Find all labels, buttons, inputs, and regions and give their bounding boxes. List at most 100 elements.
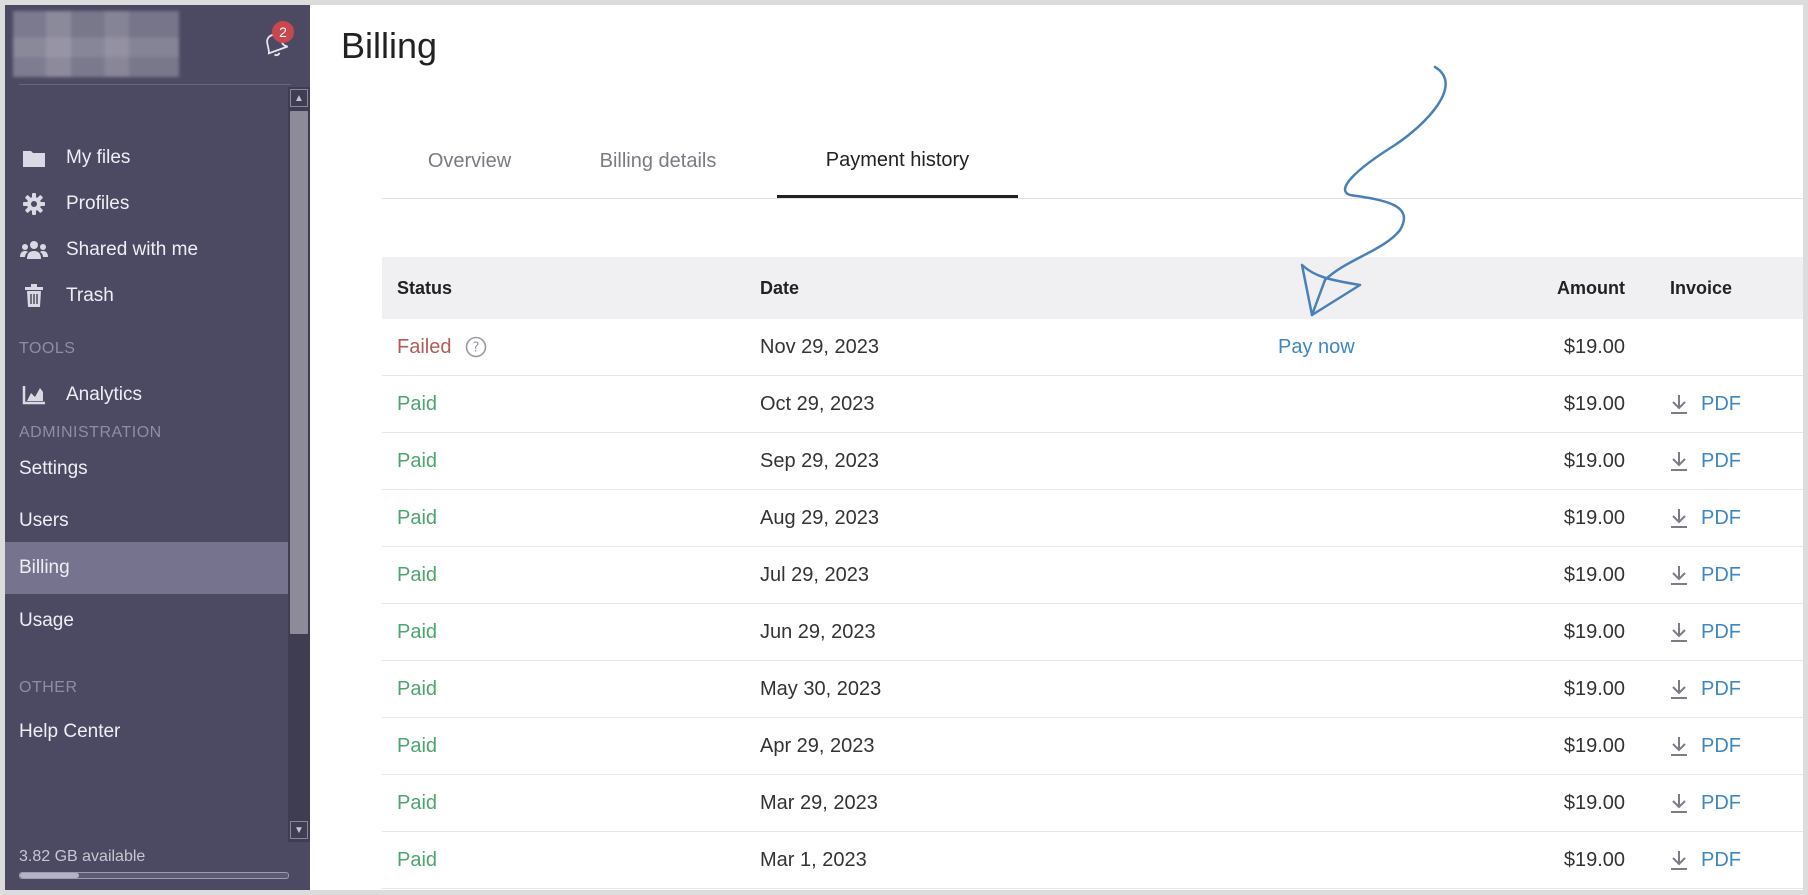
sidebar-item-label: Usage (19, 610, 74, 631)
sidebar-item-label: My files (66, 147, 131, 168)
tab-payment-history[interactable]: Payment history (777, 125, 1018, 198)
download-icon (1671, 680, 1687, 699)
sidebar-item-label: Analytics (66, 384, 143, 405)
amount-cell: $19.00 (1563, 449, 1625, 472)
table-row: Paid Oct 29, 2023 $19.00 PDF (382, 376, 1803, 433)
invoice-pdf-link[interactable]: PDF (1669, 604, 1741, 660)
table-row: Paid Jun 29, 2023 $19.00 PDF (382, 604, 1803, 661)
pay-now-link[interactable]: Pay now (1278, 319, 1355, 375)
sidebar-item-label: Help Center (19, 721, 121, 742)
section-heading-administration: ADMINISTRATION (19, 424, 162, 441)
sidebar-item-profiles[interactable]: Profiles (5, 179, 288, 229)
download-icon (1671, 566, 1687, 585)
section-heading-tools: TOOLS (19, 340, 76, 357)
date-cell: Oct 29, 2023 (760, 392, 875, 415)
date-cell: Apr 29, 2023 (760, 734, 875, 757)
amount-cell: $19.00 (1563, 392, 1625, 415)
table-row: Failed ? Nov 29, 2023 $19.00 Pay now (382, 319, 1803, 376)
tab-bar: Overview Billing details Payment history (382, 125, 1803, 199)
tab-billing-details[interactable]: Billing details (557, 125, 759, 197)
pdf-label[interactable]: PDF (1701, 507, 1741, 530)
sidebar-item-users[interactable]: Users (5, 496, 288, 546)
scrollbar-thumb[interactable] (290, 111, 308, 634)
download-icon (1671, 794, 1687, 813)
invoice-pdf-link[interactable]: PDF (1669, 832, 1741, 888)
pdf-label[interactable]: PDF (1701, 678, 1741, 701)
pdf-label[interactable]: PDF (1701, 792, 1741, 815)
sidebar-item-settings[interactable]: Settings (5, 444, 288, 494)
status-paid-label: Paid (397, 392, 438, 415)
storage-available-text: 3.82 GB available (19, 848, 146, 865)
header-status: Status (397, 277, 453, 298)
download-icon (1671, 395, 1687, 414)
pdf-label[interactable]: PDF (1701, 450, 1741, 473)
sidebar-item-usage[interactable]: Usage (5, 596, 288, 646)
sidebar-nav: My files Profiles Shared with me Trash T… (5, 87, 288, 890)
invoice-pdf-link[interactable]: PDF (1669, 661, 1741, 717)
sidebar-item-label: Trash (66, 285, 114, 306)
sidebar: 2 My files Profiles Shared with me Trash… (5, 5, 310, 890)
trash-icon (20, 283, 48, 309)
account-logo-blurred[interactable] (13, 11, 179, 77)
storage-progress-bar (19, 872, 289, 879)
sidebar-item-label: Profiles (66, 193, 130, 214)
sidebar-item-trash[interactable]: Trash (5, 271, 288, 321)
table-header-row: Status Date Amount Invoice (382, 257, 1803, 319)
sidebar-item-label: Shared with me (66, 239, 199, 260)
status-paid-label: Paid (397, 677, 438, 700)
table-row: Paid Apr 29, 2023 $19.00 PDF (382, 718, 1803, 775)
status-cell: Failed ? (397, 319, 487, 375)
sidebar-item-help-center[interactable]: Help Center (5, 707, 288, 757)
header-invoice: Invoice (1670, 277, 1733, 298)
date-cell: May 30, 2023 (760, 677, 882, 700)
invoice-pdf-link[interactable]: PDF (1669, 490, 1741, 546)
app-window: 2 My files Profiles Shared with me Trash… (5, 5, 1803, 890)
tab-overview[interactable]: Overview (382, 125, 557, 197)
invoice-pdf-link[interactable]: PDF (1669, 718, 1741, 774)
status-paid-label: Paid (397, 563, 438, 586)
notification-count-badge: 2 (272, 21, 294, 43)
invoice-pdf-link[interactable]: PDF (1669, 433, 1741, 489)
sidebar-item-label: Settings (19, 458, 88, 479)
amount-cell: $19.00 (1563, 734, 1625, 757)
pdf-label[interactable]: PDF (1701, 735, 1741, 758)
amount-cell: $19.00 (1563, 563, 1625, 586)
download-icon (1671, 452, 1687, 471)
pay-now-label[interactable]: Pay now (1278, 336, 1355, 359)
scroll-down-arrow-icon[interactable]: ▼ (290, 821, 308, 839)
date-cell: Jun 29, 2023 (760, 620, 876, 643)
pdf-label[interactable]: PDF (1701, 621, 1741, 644)
users-icon (20, 237, 48, 263)
help-question-icon[interactable]: ? (465, 336, 487, 358)
sidebar-item-my-files[interactable]: My files (5, 133, 288, 183)
sidebar-item-analytics[interactable]: Analytics (5, 370, 288, 420)
sidebar-scrollbar[interactable]: ▲ ▼ (288, 87, 310, 842)
invoice-pdf-link[interactable]: PDF (1669, 775, 1741, 831)
amount-cell: $19.00 (1563, 506, 1625, 529)
table-row: Paid May 30, 2023 $19.00 PDF (382, 661, 1803, 718)
amount-cell: $19.00 (1563, 791, 1625, 814)
status-paid-label: Paid (397, 449, 438, 472)
amount-cell: $19.00 (1563, 848, 1625, 871)
scroll-up-arrow-icon[interactable]: ▲ (290, 89, 308, 107)
sidebar-item-billing[interactable]: Billing (5, 542, 288, 594)
pdf-label[interactable]: PDF (1701, 564, 1741, 587)
table-row: Paid Aug 29, 2023 $19.00 PDF (382, 490, 1803, 547)
pdf-label[interactable]: PDF (1701, 849, 1741, 872)
gear-icon (20, 191, 48, 217)
invoice-pdf-link[interactable]: PDF (1669, 547, 1741, 603)
svg-text:?: ? (473, 341, 480, 356)
sidebar-item-label: Billing (19, 557, 70, 578)
download-icon (1671, 851, 1687, 870)
invoice-pdf-link[interactable]: PDF (1669, 376, 1741, 432)
table-row: Paid Mar 29, 2023 $19.00 PDF (382, 775, 1803, 832)
status-paid-label: Paid (397, 506, 438, 529)
payment-history-table: Status Date Amount Invoice Failed ? Nov … (382, 257, 1803, 889)
sidebar-item-shared-with-me[interactable]: Shared with me (5, 225, 288, 275)
table-row: Paid Mar 1, 2023 $19.00 PDF (382, 832, 1803, 889)
download-icon (1671, 509, 1687, 528)
folder-icon (20, 145, 48, 171)
pdf-label[interactable]: PDF (1701, 393, 1741, 416)
table-row: Paid Jul 29, 2023 $19.00 PDF (382, 547, 1803, 604)
amount-cell: $19.00 (1563, 677, 1625, 700)
